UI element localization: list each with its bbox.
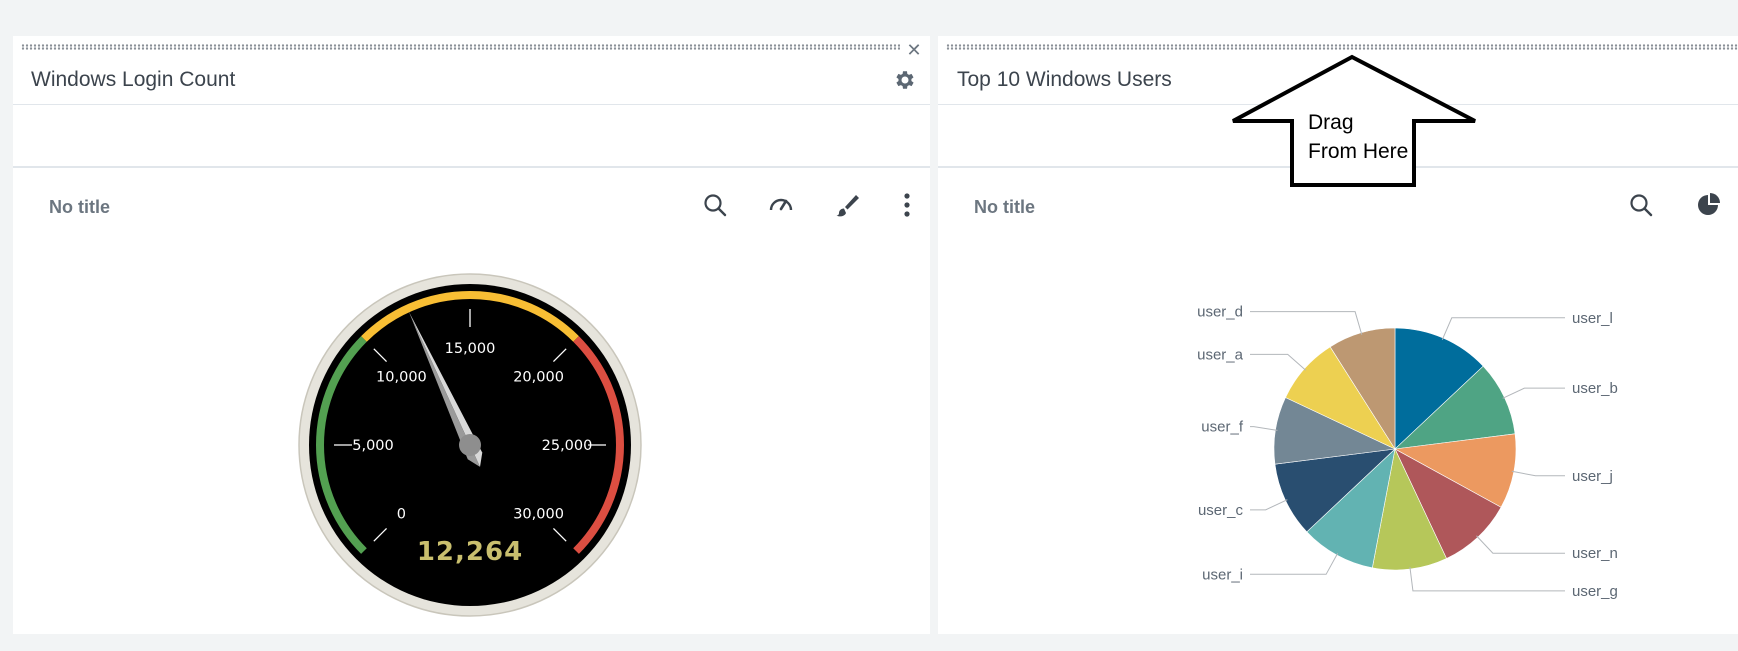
gauge-icon[interactable]	[767, 191, 795, 219]
pie-label: user_g	[1572, 583, 1618, 600]
drag-annotation-arrow	[1232, 54, 1476, 187]
drag-handle[interactable]	[21, 44, 900, 50]
gauge-tick-label: 20,000	[513, 369, 564, 385]
pie-leader-line	[1250, 553, 1339, 575]
pie-leader-line	[1250, 311, 1363, 335]
pie-label: user_a	[1197, 346, 1244, 363]
close-icon[interactable]: ✕	[904, 40, 924, 60]
radial-gauge: 0 5,000 10,000 15,000 20,000 25,000 30,000 12,2…	[298, 273, 642, 617]
divider	[13, 166, 930, 168]
annotation-text-line2: From Here	[1308, 140, 1409, 163]
more-vertical-icon[interactable]	[893, 191, 921, 219]
panel-title: Windows Login Count	[31, 68, 236, 91]
pie-leader-line	[1441, 317, 1565, 340]
pie-leader-line	[1409, 566, 1565, 592]
gear-icon[interactable]	[892, 68, 916, 92]
pie-label: user_l	[1572, 310, 1613, 327]
pie-label: user_f	[1201, 419, 1244, 436]
gauge-needle-hub	[459, 434, 481, 456]
gauge-tick-label: 25,000	[542, 438, 593, 454]
windows-login-count-panel: ✕ Windows Login Count No title 0 5,000 10,…	[13, 36, 930, 634]
pie-label: user_j	[1572, 468, 1613, 485]
divider	[13, 104, 930, 105]
pie-label: user_d	[1197, 304, 1243, 321]
gauge-tick-label: 5,000	[352, 438, 394, 454]
pie-leader-line	[1476, 535, 1565, 554]
pie-label: user_n	[1572, 545, 1618, 562]
pie-label: user_c	[1198, 502, 1244, 519]
gauge-tick-label: 30,000	[513, 507, 564, 523]
paintbrush-icon[interactable]	[833, 191, 861, 219]
gauge-tick-label: 10,000	[376, 369, 427, 385]
pie-label: user_i	[1202, 566, 1243, 583]
pie-leader-line	[1250, 499, 1288, 511]
pie-leader-line	[1511, 470, 1565, 477]
viz-title: No title	[49, 197, 110, 217]
gauge-tick-label: 0	[397, 507, 406, 523]
pie-leader-line	[1502, 387, 1565, 399]
gauge-tick-label: 15,000	[445, 341, 496, 357]
pie-leader-line	[1250, 353, 1307, 371]
pie-leader-line	[1250, 426, 1278, 431]
pie-label: user_b	[1572, 380, 1618, 397]
gauge-value-label: 12,264	[417, 537, 523, 567]
search-icon[interactable]	[701, 191, 729, 219]
annotation-text-line1: Drag	[1308, 111, 1354, 134]
